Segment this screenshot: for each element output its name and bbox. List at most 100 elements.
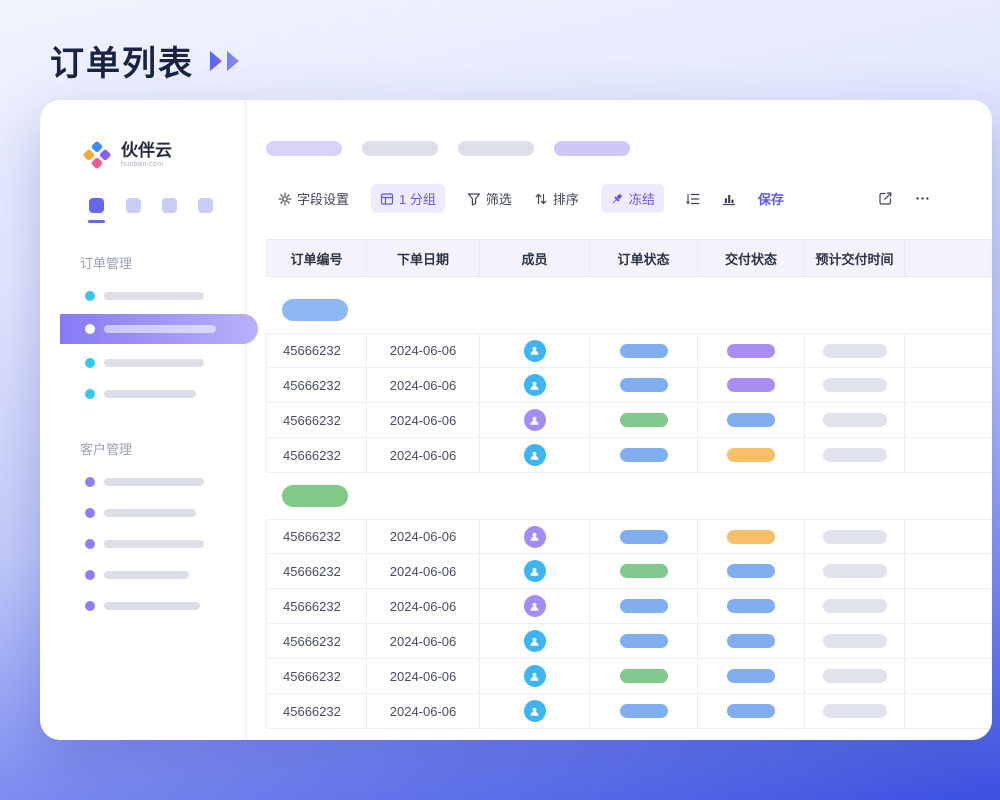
cell-member[interactable]: [480, 554, 590, 588]
toolbar-freeze-button[interactable]: 冻结: [601, 184, 664, 213]
toolbar-field-settings-button[interactable]: 字段设置: [278, 189, 349, 208]
sidebar-item[interactable]: [40, 497, 245, 528]
cell-order-no[interactable]: 45666232: [267, 624, 367, 658]
cell-order-date[interactable]: 2024-06-06: [367, 368, 480, 402]
sidebar-item[interactable]: [40, 528, 245, 559]
cell-order-date[interactable]: 2024-06-06: [367, 520, 480, 553]
cell-order-date[interactable]: 2024-06-06: [367, 589, 480, 623]
cell-eta[interactable]: [805, 589, 905, 623]
cell-order-no[interactable]: 45666232: [267, 589, 367, 623]
toolbar-row-height-button[interactable]: [686, 192, 700, 206]
cell-order-date[interactable]: 2024-06-06: [367, 554, 480, 588]
cell-delivery-status[interactable]: [698, 334, 805, 367]
table-row[interactable]: 456662322024-06-06: [266, 368, 992, 403]
cell-member[interactable]: [480, 438, 590, 472]
cell-order-status[interactable]: [590, 368, 698, 402]
sidebar-item[interactable]: [40, 559, 245, 590]
table-row[interactable]: 456662322024-06-06: [266, 333, 992, 368]
toolbar-group-button[interactable]: 1 分组: [371, 184, 445, 213]
group-header-row[interactable]: [266, 473, 992, 519]
cell-order-status[interactable]: [590, 438, 698, 472]
toolbar-more-button[interactable]: [915, 191, 930, 206]
cell-delivery-status[interactable]: [698, 520, 805, 553]
cell-order-status[interactable]: [590, 403, 698, 437]
cell-order-status[interactable]: [590, 694, 698, 728]
cell-order-status[interactable]: [590, 520, 698, 553]
cell-member[interactable]: [480, 659, 590, 693]
sidebar-tab-4[interactable]: [198, 198, 213, 223]
toolbar-share-button[interactable]: [878, 191, 893, 206]
column-header-2[interactable]: 成员: [480, 240, 590, 276]
cell-delivery-status[interactable]: [698, 589, 805, 623]
cell-order-status[interactable]: [590, 334, 698, 367]
cell-delivery-status[interactable]: [698, 368, 805, 402]
column-header-1[interactable]: 下单日期: [367, 240, 480, 276]
sidebar-tab-2[interactable]: [126, 198, 141, 223]
cell-delivery-status[interactable]: [698, 438, 805, 472]
table-row[interactable]: 456662322024-06-06: [266, 659, 992, 694]
cell-order-date[interactable]: 2024-06-06: [367, 438, 480, 472]
cell-order-date[interactable]: 2024-06-06: [367, 624, 480, 658]
cell-member[interactable]: [480, 694, 590, 728]
cell-delivery-status[interactable]: [698, 624, 805, 658]
toolbar-save-button[interactable]: 保存: [758, 189, 784, 208]
sidebar-item[interactable]: [40, 280, 245, 311]
table-row[interactable]: 456662322024-06-06: [266, 519, 992, 554]
cell-order-no[interactable]: 45666232: [267, 334, 367, 367]
cell-delivery-status[interactable]: [698, 659, 805, 693]
table-row[interactable]: 456662322024-06-06: [266, 554, 992, 589]
sidebar-item-selected[interactable]: [60, 314, 258, 344]
sidebar-item[interactable]: [40, 378, 245, 409]
cell-member[interactable]: [480, 403, 590, 437]
cell-eta[interactable]: [805, 520, 905, 553]
table-row[interactable]: 456662322024-06-06: [266, 589, 992, 624]
cell-member[interactable]: [480, 368, 590, 402]
toolbar-filter-button[interactable]: 筛选: [467, 189, 512, 208]
cell-eta[interactable]: [805, 694, 905, 728]
group-header-row[interactable]: [266, 287, 992, 333]
cell-eta[interactable]: [805, 554, 905, 588]
column-header-3[interactable]: 订单状态: [590, 240, 698, 276]
cell-order-no[interactable]: 45666232: [267, 659, 367, 693]
cell-member[interactable]: [480, 624, 590, 658]
cell-eta[interactable]: [805, 368, 905, 402]
cell-eta[interactable]: [805, 438, 905, 472]
table-row[interactable]: 456662322024-06-06: [266, 694, 992, 729]
toolbar-sort-button[interactable]: 排序: [534, 189, 579, 208]
toolbar-chart-button[interactable]: [722, 192, 736, 206]
cell-order-date[interactable]: 2024-06-06: [367, 334, 480, 367]
cell-eta[interactable]: [805, 624, 905, 658]
cell-order-date[interactable]: 2024-06-06: [367, 694, 480, 728]
cell-order-no[interactable]: 45666232: [267, 554, 367, 588]
cell-delivery-status[interactable]: [698, 403, 805, 437]
cell-member[interactable]: [480, 520, 590, 553]
column-header-0[interactable]: 订单编号: [267, 240, 367, 276]
cell-delivery-status[interactable]: [698, 554, 805, 588]
sidebar-item[interactable]: [40, 590, 245, 621]
cell-eta[interactable]: [805, 403, 905, 437]
cell-order-no[interactable]: 45666232: [267, 520, 367, 553]
cell-delivery-status[interactable]: [698, 694, 805, 728]
cell-order-status[interactable]: [590, 589, 698, 623]
cell-order-no[interactable]: 45666232: [267, 694, 367, 728]
column-header-4[interactable]: 交付状态: [698, 240, 805, 276]
cell-order-status[interactable]: [590, 554, 698, 588]
cell-order-status[interactable]: [590, 624, 698, 658]
sidebar-item[interactable]: [40, 347, 245, 378]
cell-order-status[interactable]: [590, 659, 698, 693]
sidebar-tab-3[interactable]: [162, 198, 177, 223]
cell-eta[interactable]: [805, 334, 905, 367]
cell-member[interactable]: [480, 589, 590, 623]
sidebar-item[interactable]: [40, 466, 245, 497]
cell-member[interactable]: [480, 334, 590, 367]
table-row[interactable]: 456662322024-06-06: [266, 624, 992, 659]
cell-order-no[interactable]: 45666232: [267, 438, 367, 472]
column-header-5[interactable]: 预计交付时间: [805, 240, 905, 276]
table-row[interactable]: 456662322024-06-06: [266, 438, 992, 473]
cell-order-date[interactable]: 2024-06-06: [367, 403, 480, 437]
cell-eta[interactable]: [805, 659, 905, 693]
table-row[interactable]: 456662322024-06-06: [266, 403, 992, 438]
cell-order-no[interactable]: 45666232: [267, 368, 367, 402]
cell-order-date[interactable]: 2024-06-06: [367, 659, 480, 693]
sidebar-tab-1[interactable]: [88, 198, 105, 223]
